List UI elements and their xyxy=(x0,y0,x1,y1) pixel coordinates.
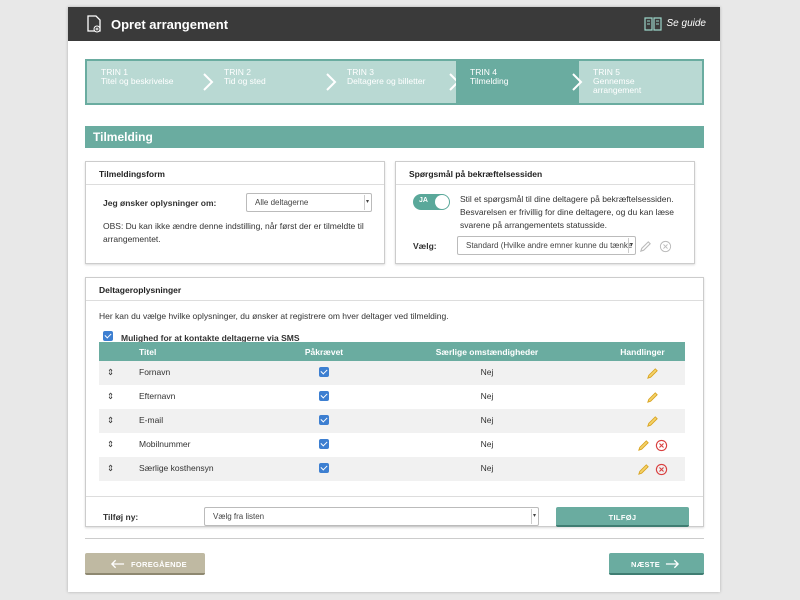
next-label: NÆSTE xyxy=(631,560,661,569)
previous-label: FOREGÅENDE xyxy=(131,560,187,569)
table-row: ⇕ Fornavn Nej xyxy=(99,361,685,385)
drag-handle-icon[interactable]: ⇕ xyxy=(99,385,139,409)
next-button[interactable]: NÆSTE xyxy=(609,553,704,575)
edit-pencil-icon[interactable] xyxy=(637,439,650,452)
table-header: Titel Påkrævet Særlige omstændigheder Ha… xyxy=(99,342,685,361)
step-5[interactable]: TRIN 5 Gennemse arrangement xyxy=(579,61,702,103)
arrow-left-icon xyxy=(110,559,125,569)
column-header: Særlige omstændigheder xyxy=(374,342,600,361)
toggle-label: JA xyxy=(419,197,428,204)
special-value: Nej xyxy=(480,391,494,401)
select-arrow-icon: ▾ xyxy=(628,238,633,253)
step-label: Deltagere og billetter xyxy=(347,76,426,86)
select-arrow-icon: ▾ xyxy=(531,509,536,524)
info-scope-select[interactable]: Alle deltagerne ▾ xyxy=(246,193,372,212)
drag-handle-icon[interactable]: ⇕ xyxy=(99,409,139,433)
add-field-row xyxy=(86,496,703,497)
add-field-select[interactable]: Vælg fra listen ▾ xyxy=(204,507,539,526)
question-select[interactable]: Standard (Hvilke andre emner kunne du tæ… xyxy=(457,236,636,255)
field-title: Særlige kosthensyn xyxy=(139,457,274,481)
fields-table: Titel Påkrævet Særlige omstændigheder Ha… xyxy=(99,342,685,481)
select-value: Alle deltagerne xyxy=(255,198,309,207)
step-label: Titel og beskrivelse xyxy=(101,76,174,86)
special-value: Nej xyxy=(374,457,600,481)
field-title: E-mail xyxy=(139,409,274,433)
edit-pencil-icon[interactable] xyxy=(639,240,652,253)
required-checkbox[interactable] xyxy=(319,463,329,473)
select-value: Standard (Hvilke andre emner kunne du tæ… xyxy=(466,241,633,250)
app-window: Opret arrangement Se guide TRIN 1 Titel … xyxy=(68,7,720,592)
drag-column-header xyxy=(99,342,139,361)
edit-pencil-icon[interactable] xyxy=(646,415,659,428)
table-row: ⇕ Efternavn Nej xyxy=(99,385,685,409)
column-header: Titel xyxy=(139,342,274,361)
question-toggle[interactable]: JA xyxy=(413,194,450,210)
field-title: Mobilnummer xyxy=(139,439,191,449)
step-label: Tilmelding xyxy=(470,76,509,86)
previous-button[interactable]: FOREGÅENDE xyxy=(85,553,205,575)
document-icon xyxy=(87,15,101,33)
column-header: Påkrævet xyxy=(274,342,374,361)
edit-pencil-icon[interactable] xyxy=(646,391,659,404)
registration-form-card: Tilmeldingsform Jeg ønsker oplysninger o… xyxy=(85,161,385,264)
special-value: Nej xyxy=(374,409,600,433)
add-field-button[interactable]: TILFØJ xyxy=(556,507,689,527)
table-row: ⇕ Særlige kosthensyn Nej xyxy=(99,457,685,481)
form-note: OBS: Du kan ikke ændre denne indstilling… xyxy=(103,221,364,244)
step-4[interactable]: TRIN 4 Tilmelding xyxy=(456,61,583,103)
confirmation-question-card: Spørgsmål på bekræftelsessiden JA Stil e… xyxy=(395,161,695,264)
window-title: Opret arrangement xyxy=(111,17,229,32)
select-value: Vælg fra listen xyxy=(213,512,265,521)
table-row: ⇕ Mobilnummer Nej xyxy=(99,433,685,457)
column-header: Handlinger xyxy=(600,342,685,361)
special-value: Nej xyxy=(374,361,600,385)
table-row: ⇕ E-mail Nej xyxy=(99,409,685,433)
step-1[interactable]: TRIN 1 Titel og beskrivelse xyxy=(87,61,214,103)
card-title: Tilmeldingsform xyxy=(86,162,384,185)
toggle-knob xyxy=(435,195,449,209)
clear-circle-icon[interactable] xyxy=(659,240,672,253)
participant-info-card: Deltageroplysninger Her kan du vælge hvi… xyxy=(85,277,704,527)
drag-handle-icon[interactable]: ⇕ xyxy=(99,433,139,457)
sms-checkbox[interactable] xyxy=(103,331,113,341)
drag-handle-icon[interactable]: ⇕ xyxy=(99,361,139,385)
participants-intro: Her kan du vælge hvilke oplysninger, du … xyxy=(99,311,449,321)
step-label: Gennemse arrangement xyxy=(593,76,642,95)
select-arrow-icon: ▾ xyxy=(364,195,369,210)
guide-book-icon[interactable] xyxy=(644,16,662,32)
wizard-steps: TRIN 1 Titel og beskrivelse TRIN 2 Tid o… xyxy=(85,59,704,105)
required-checkbox[interactable] xyxy=(319,391,329,401)
question-description: Stil et spørgsmål til dine deltagere på … xyxy=(460,194,675,230)
edit-pencil-icon[interactable] xyxy=(646,367,659,380)
arrow-right-icon xyxy=(665,559,680,569)
add-label: Tilføj ny: xyxy=(103,512,139,522)
title-bar: Opret arrangement Se guide xyxy=(68,7,720,41)
footer-divider xyxy=(85,538,704,539)
field-title: Fornavn xyxy=(139,361,274,385)
guide-link[interactable]: Se guide xyxy=(667,18,706,29)
step-label: Tid og sted xyxy=(224,76,266,86)
field-title: Efternavn xyxy=(139,391,176,401)
question-select-label: Vælg: xyxy=(413,241,437,251)
special-value: Nej xyxy=(480,439,494,449)
required-checkbox[interactable] xyxy=(319,367,329,377)
step-3[interactable]: TRIN 3 Deltagere og billetter xyxy=(333,61,460,103)
drag-handle-icon[interactable]: ⇕ xyxy=(99,457,139,481)
section-title: Tilmelding xyxy=(85,126,704,148)
required-checkbox[interactable] xyxy=(319,439,329,449)
edit-pencil-icon[interactable] xyxy=(637,463,650,476)
step-2[interactable]: TRIN 2 Tid og sted xyxy=(210,61,337,103)
card-title: Deltageroplysninger xyxy=(86,278,703,301)
delete-circle-icon[interactable] xyxy=(655,463,668,476)
required-checkbox[interactable] xyxy=(319,415,329,425)
card-title: Spørgsmål på bekræftelsessiden xyxy=(396,162,694,185)
ask-label: Jeg ønsker oplysninger om: xyxy=(103,198,217,208)
delete-circle-icon[interactable] xyxy=(655,439,668,452)
